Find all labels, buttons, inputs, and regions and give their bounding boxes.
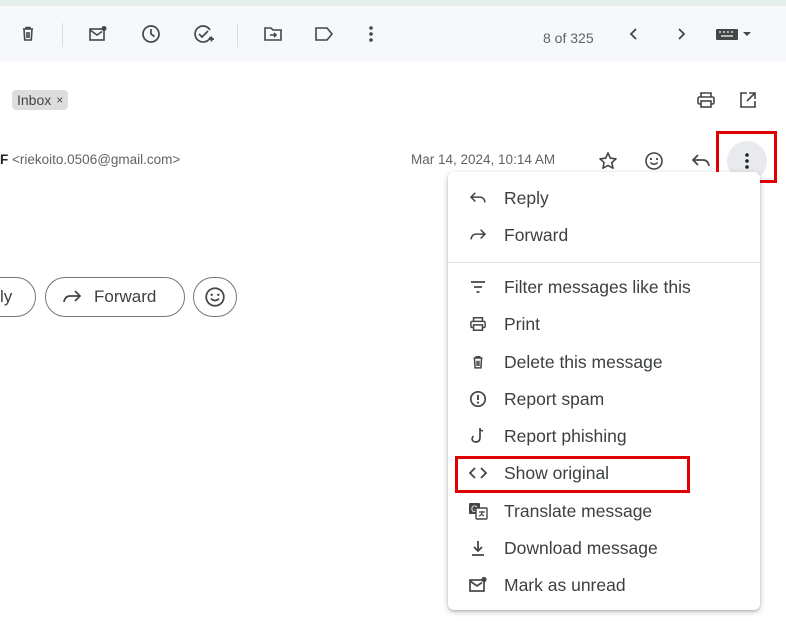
keyboard-icon: [716, 29, 751, 40]
report-spam-icon: [469, 390, 487, 408]
add-task-button[interactable]: [188, 6, 220, 62]
toolbar-divider: [62, 23, 63, 47]
delete-button[interactable]: [12, 6, 44, 62]
forward-icon: [470, 229, 487, 240]
open-new-window-button[interactable]: [733, 86, 763, 114]
message-options-menu: Reply Forward Filter messages like this …: [448, 172, 760, 610]
menu-item-label: Mark as unread: [504, 574, 626, 595]
more-options-button[interactable]: [355, 6, 387, 62]
open-in-new-icon: [740, 92, 756, 108]
menu-item-delete[interactable]: Delete this message: [448, 344, 760, 380]
chevron-right-icon: [678, 28, 686, 40]
snooze-button[interactable]: [135, 6, 167, 62]
reply-pill-label: ly: [0, 287, 13, 306]
menu-item-translate[interactable]: G Translate message: [448, 493, 760, 529]
label-chip-text: Inbox: [17, 92, 52, 108]
menu-item-label: Filter messages like this: [504, 276, 691, 297]
menu-item-print[interactable]: Print: [448, 306, 760, 342]
menu-item-label: Reply: [504, 187, 549, 208]
menu-item-reply[interactable]: Reply: [448, 180, 760, 216]
menu-item-show-original[interactable]: Show original: [448, 455, 760, 491]
mark-unread-icon: [469, 576, 487, 592]
remove-label-button[interactable]: ×: [56, 93, 63, 107]
menu-item-label: Download message: [504, 537, 658, 558]
print-all-button[interactable]: [691, 86, 721, 114]
print-icon: [470, 317, 486, 331]
mark-unread-icon: [89, 26, 107, 41]
code-icon: [469, 467, 487, 479]
reply-pill-button[interactable]: ly: [0, 277, 36, 317]
toolbar-divider: [237, 23, 238, 47]
menu-item-label: Delete this message: [504, 351, 663, 372]
delete-icon: [23, 26, 33, 41]
input-tools-button[interactable]: [710, 6, 758, 62]
menu-item-label: Translate message: [504, 500, 653, 521]
more-vert-icon: [745, 153, 749, 169]
mark-unread-button[interactable]: [82, 6, 114, 62]
menu-item-filter[interactable]: Filter messages like this: [448, 269, 760, 305]
reply-icon: [691, 154, 710, 167]
snooze-icon: [142, 25, 160, 43]
forward-pill-button[interactable]: Forward: [45, 277, 185, 317]
emoji-reaction-button[interactable]: [193, 277, 237, 317]
chevron-left-icon: [629, 28, 637, 40]
message-count: 8 of 325: [543, 30, 594, 46]
inbox-label-chip: Inbox ×: [12, 90, 69, 110]
phishing-hook-icon: [471, 428, 484, 443]
sender-info: F <riekoito.0506@gmail.com>: [0, 152, 180, 167]
menu-item-download[interactable]: Download message: [448, 530, 760, 566]
menu-item-label: Print: [504, 313, 540, 334]
menu-item-mark-unread[interactable]: Mark as unread: [448, 567, 760, 603]
label-button[interactable]: [308, 6, 340, 62]
trash-icon: [473, 355, 483, 369]
menu-divider: [448, 262, 760, 263]
older-button[interactable]: [667, 6, 695, 62]
menu-item-label: Forward: [504, 224, 569, 245]
menu-item-label: Report phishing: [504, 425, 627, 446]
add-task-icon: [194, 25, 214, 43]
download-icon: [472, 540, 484, 556]
label-icon: [315, 27, 334, 41]
menu-item-forward[interactable]: Forward: [448, 217, 760, 253]
forward-pill-label: Forward: [94, 287, 157, 306]
menu-item-label: Report spam: [504, 388, 605, 409]
star-icon: [599, 152, 617, 169]
menu-item-report-spam[interactable]: Report spam: [448, 381, 760, 417]
print-icon: [697, 92, 715, 108]
filter-icon: [471, 281, 485, 293]
message-toolbar: 8 of 325: [0, 6, 786, 62]
menu-item-label: Show original: [504, 462, 610, 483]
sender-name: F: [0, 152, 9, 167]
forward-icon: [63, 290, 82, 303]
reply-icon: [469, 192, 486, 203]
sender-email: <riekoito.0506@gmail.com>: [12, 152, 181, 167]
emoji-icon: [205, 287, 225, 307]
emoji-icon: [645, 152, 663, 170]
more-vert-icon: [369, 26, 373, 42]
translate-icon: G: [469, 503, 488, 520]
move-to-button[interactable]: [257, 6, 289, 62]
move-to-icon: [264, 27, 282, 41]
menu-item-report-phishing[interactable]: Report phishing: [448, 418, 760, 454]
message-date: Mar 14, 2024, 10:14 AM: [411, 152, 556, 167]
newer-button[interactable]: [620, 6, 648, 62]
